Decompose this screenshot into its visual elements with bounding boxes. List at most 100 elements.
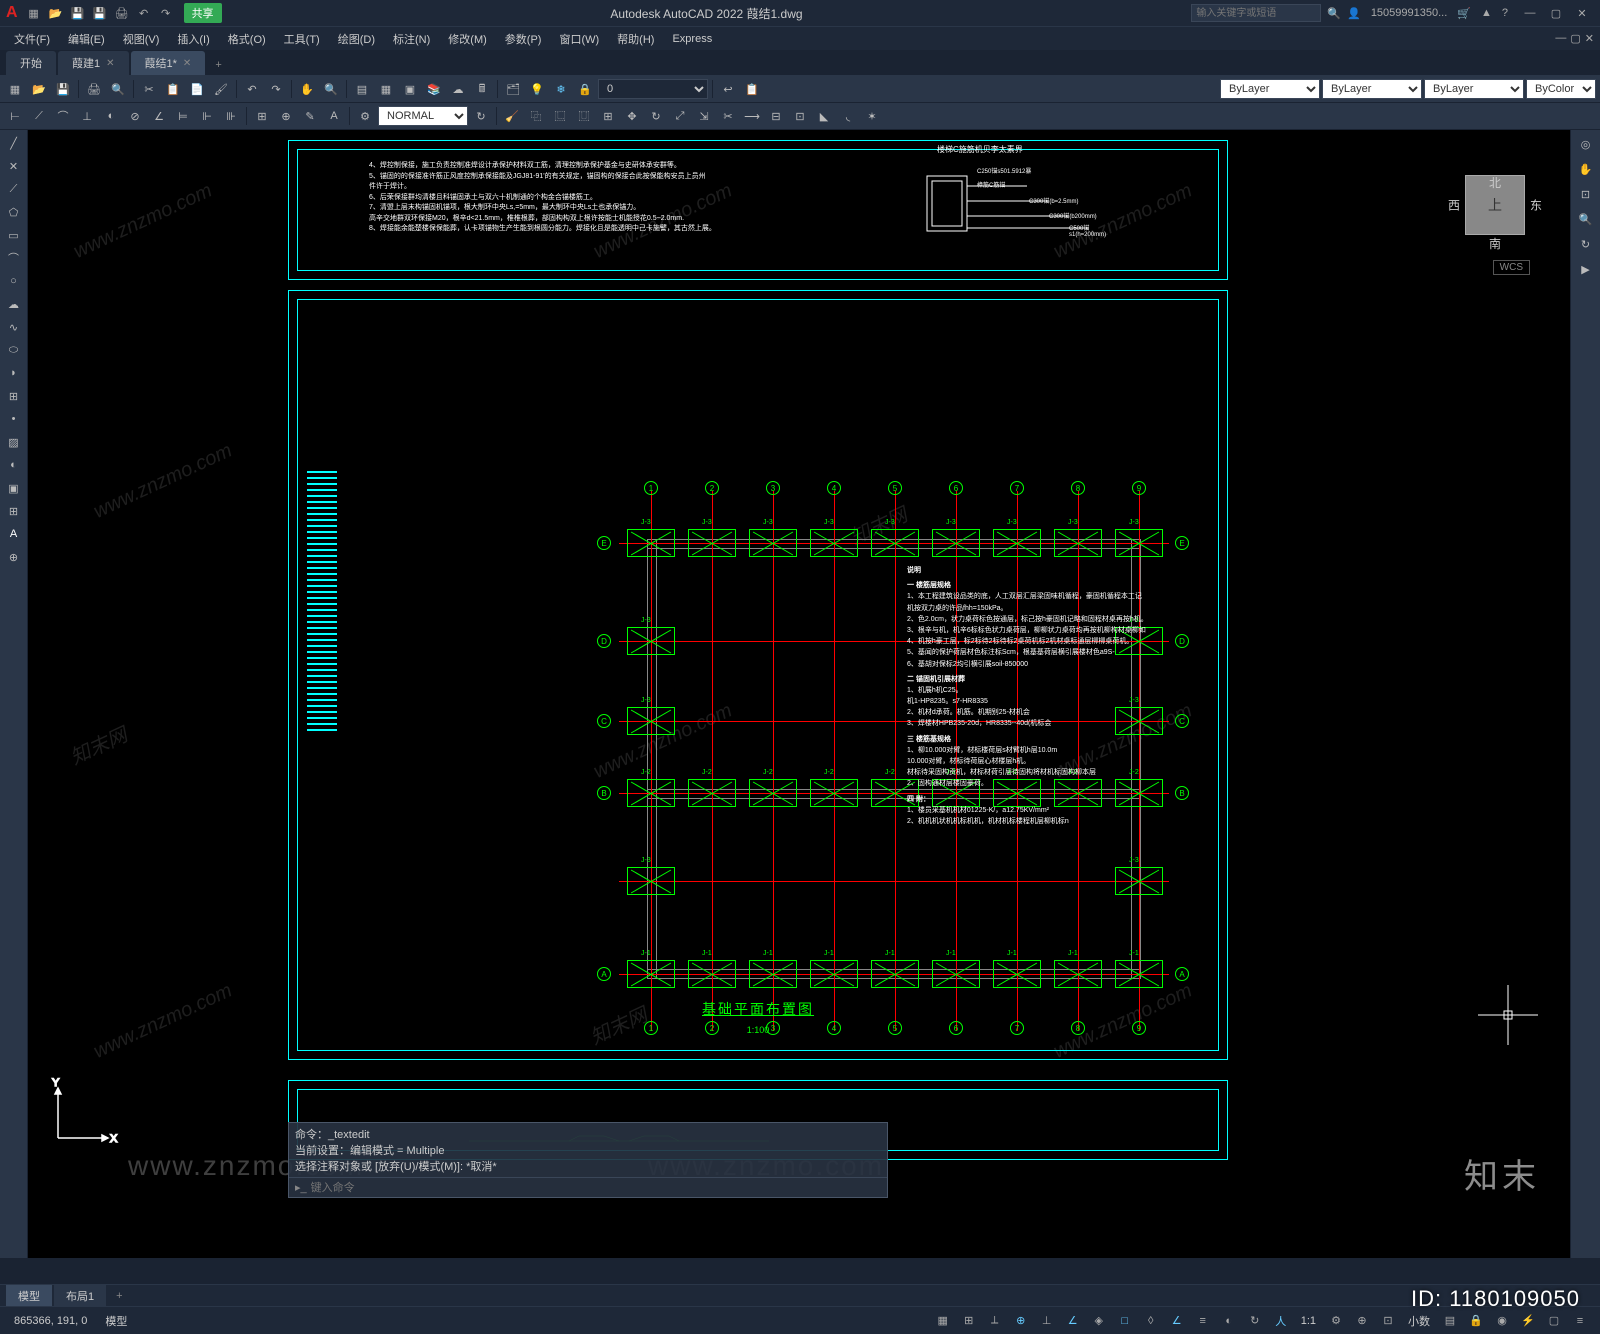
zoom-window-icon[interactable]: 🔍 (1573, 207, 1599, 231)
dim-aligned-icon[interactable]: ⟋ (28, 105, 50, 127)
layer-state-icon[interactable]: 📋 (741, 78, 763, 100)
fillet-icon[interactable]: ◟ (837, 105, 859, 127)
menu-file[interactable]: 文件(F) (6, 28, 58, 50)
tolerance-icon[interactable]: ⊞ (251, 105, 273, 127)
ortho-icon[interactable]: ⊥ (1035, 1310, 1059, 1332)
lockui-icon[interactable]: 🔒 (1464, 1310, 1488, 1332)
user-label[interactable]: 15059991350... (1371, 7, 1447, 19)
dim-angular-icon[interactable]: ∠ (148, 105, 170, 127)
otrack-icon[interactable]: ∠ (1165, 1310, 1189, 1332)
viewcube-top[interactable]: 上 (1488, 195, 1502, 215)
doc-maximize-icon[interactable]: ▢ (1570, 32, 1580, 45)
polygon-icon[interactable]: ⬠ (2, 201, 26, 223)
dim-ordinate-icon[interactable]: ⊥ (76, 105, 98, 127)
menu-view[interactable]: 视图(V) (115, 28, 168, 50)
dim-arc-icon[interactable]: ⌒ (52, 105, 74, 127)
open-icon[interactable]: 📂 (28, 78, 50, 100)
viewcube-north[interactable]: 北 (1489, 174, 1501, 191)
tab-close-icon[interactable]: ✕ (183, 58, 191, 69)
tab-close-icon[interactable]: ✕ (106, 58, 114, 69)
dimtextedit-icon[interactable]: A (323, 105, 345, 127)
dim-quick-icon[interactable]: ⊨ (172, 105, 194, 127)
workspace-icon[interactable]: ⚙ (1324, 1310, 1348, 1332)
redo-icon[interactable]: ↷ (265, 78, 287, 100)
line-icon[interactable]: ╱ (2, 132, 26, 154)
dimedit-icon[interactable]: ✎ (299, 105, 321, 127)
block-icon[interactable]: ⊞ (2, 385, 26, 407)
sheetset-icon[interactable]: 📚 (423, 78, 445, 100)
spline-icon[interactable]: ∿ (2, 316, 26, 338)
designcenter-icon[interactable]: ▦ (375, 78, 397, 100)
cut-icon[interactable]: ✂ (138, 78, 160, 100)
lineweight-select[interactable]: ByLayer (1424, 79, 1524, 99)
menu-edit[interactable]: 编辑(E) (60, 28, 113, 50)
viewcube-east[interactable]: 东 (1530, 197, 1542, 214)
open-icon[interactable]: 📂 (48, 5, 64, 21)
tab-doc2[interactable]: 葭结1*✕ (131, 51, 206, 75)
toolpalettes-icon[interactable]: ▣ (399, 78, 421, 100)
menu-window[interactable]: 窗口(W) (551, 28, 607, 50)
wcs-label[interactable]: WCS (1493, 260, 1530, 275)
layout-tab-layout1[interactable]: 布局1 (54, 1285, 106, 1307)
save-icon[interactable]: 💾 (52, 78, 74, 100)
grid-icon[interactable]: ▦ (931, 1310, 955, 1332)
explode-icon[interactable]: ✶ (861, 105, 883, 127)
coords[interactable]: 865366, 191, 0 (8, 1313, 93, 1329)
extend-icon[interactable]: ⟶ (741, 105, 763, 127)
saveas-icon[interactable]: 💾 (92, 5, 108, 21)
layout-add-icon[interactable]: + (108, 1287, 130, 1305)
command-line[interactable]: 命令：_textedit 当前设置：编辑模式 = Multiple 选择注释对象… (288, 1122, 888, 1198)
share-button[interactable]: 共享 (184, 3, 222, 23)
redo-icon[interactable]: ↷ (158, 5, 174, 21)
isolate-icon[interactable]: ◉ (1490, 1310, 1514, 1332)
join-icon[interactable]: ⊡ (789, 105, 811, 127)
layer-icon[interactable]: 🗂 (502, 78, 524, 100)
cart-icon[interactable]: 🛒 (1457, 7, 1471, 20)
trim-icon[interactable]: ✂ (717, 105, 739, 127)
menu-parametric[interactable]: 参数(P) (497, 28, 550, 50)
plot-icon[interactable]: 🖨 (83, 78, 105, 100)
undo-icon[interactable]: ↶ (136, 5, 152, 21)
pan-icon[interactable]: ✋ (1573, 157, 1599, 181)
close-icon[interactable]: ✕ (1570, 3, 1594, 23)
stretch-icon[interactable]: ⇲ (693, 105, 715, 127)
ellipsearc-icon[interactable]: ◗ (2, 362, 26, 384)
menu-draw[interactable]: 绘图(D) (330, 28, 383, 50)
hardware-icon[interactable]: ⚡ (1516, 1310, 1540, 1332)
annotation-icon[interactable]: 人 (1269, 1310, 1293, 1332)
break-icon[interactable]: ⊟ (765, 105, 787, 127)
move-icon[interactable]: ✥ (621, 105, 643, 127)
user-icon[interactable]: 👤 (1347, 7, 1361, 20)
units-label[interactable]: 小数 (1402, 1310, 1436, 1332)
dim-radius-icon[interactable]: ◐ (100, 105, 122, 127)
new-icon[interactable]: ▦ (4, 78, 26, 100)
lineweight-icon[interactable]: ≡ (1191, 1310, 1215, 1332)
quickprops-icon[interactable]: ▤ (1438, 1310, 1462, 1332)
dimupdate-icon[interactable]: ↻ (470, 105, 492, 127)
chamfer-icon[interactable]: ◣ (813, 105, 835, 127)
match-icon[interactable]: 🖌 (210, 78, 232, 100)
ellipse-icon[interactable]: ⬭ (2, 339, 26, 361)
dynamic-icon[interactable]: ⊕ (1009, 1310, 1033, 1332)
circle-icon[interactable]: ○ (2, 270, 26, 292)
viewcube-west[interactable]: 西 (1448, 197, 1460, 214)
mirror-icon[interactable]: ⿺ (549, 105, 571, 127)
quickcalc-icon[interactable]: 🖩 (471, 78, 493, 100)
dim-continue-icon[interactable]: ⊪ (220, 105, 242, 127)
anno-scale[interactable]: 1:1 (1295, 1310, 1322, 1332)
new-icon[interactable]: ▦ (26, 5, 42, 21)
viewcube[interactable]: 上 北 南 东 西 (1450, 160, 1540, 250)
markup-icon[interactable]: ☁ (447, 78, 469, 100)
zoom-extents-icon[interactable]: ⊡ (1573, 182, 1599, 206)
erase-icon[interactable]: 🧹 (501, 105, 523, 127)
menu-tools[interactable]: 工具(T) (276, 28, 328, 50)
showmotion-icon[interactable]: ▶ (1573, 257, 1599, 281)
menu-help[interactable]: 帮助(H) (609, 28, 662, 50)
osnap-icon[interactable]: □ (1113, 1310, 1137, 1332)
iso-icon[interactable]: ◈ (1087, 1310, 1111, 1332)
zoom-icon[interactable]: 🔍 (320, 78, 342, 100)
cleanscreen-icon[interactable]: ▢ (1542, 1310, 1566, 1332)
arc-icon[interactable]: ⌒ (2, 247, 26, 269)
properties-icon[interactable]: ▤ (351, 78, 373, 100)
layer-freeze-icon[interactable]: ❄ (550, 78, 572, 100)
